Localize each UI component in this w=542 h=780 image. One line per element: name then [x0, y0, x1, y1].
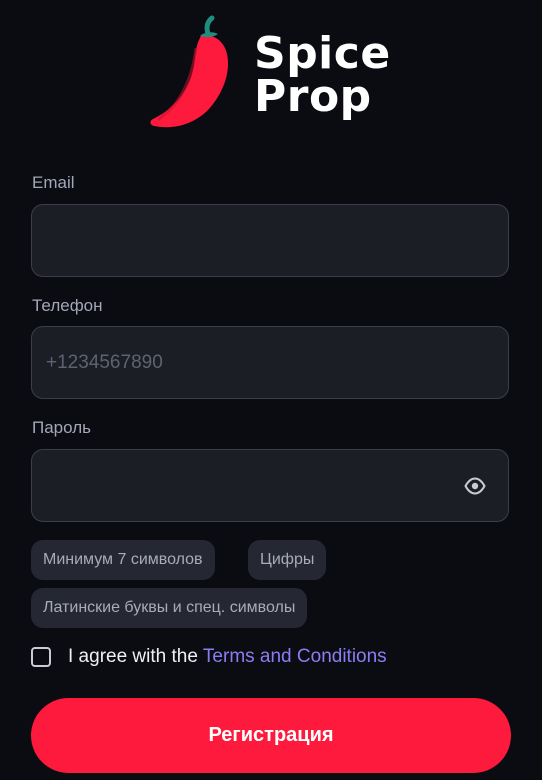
terms-text: I agree with the	[68, 646, 198, 667]
eye-icon[interactable]	[464, 476, 486, 496]
password-input[interactable]	[46, 450, 446, 521]
register-button[interactable]: Регистрация	[31, 698, 511, 773]
terms-link[interactable]: Terms and Conditions	[203, 646, 387, 668]
requirement-chip-latin-special: Латинские буквы и спец. символы	[31, 588, 308, 628]
brand-name-line1: Spice	[254, 28, 391, 79]
brand-wordmark: Spice Prop	[254, 28, 391, 122]
registration-page: Spice Prop Email Телефон Пароль Минимум …	[0, 0, 542, 780]
brand-logo: Spice Prop	[148, 14, 398, 134]
terms-checkbox[interactable]	[31, 647, 51, 667]
brand-name-line2: Prop	[254, 71, 372, 122]
email-field-box[interactable]	[31, 204, 509, 277]
requirement-chip-min-length: Минимум 7 символов	[31, 540, 215, 580]
requirement-chip-digits: Цифры	[248, 540, 327, 580]
password-field-box[interactable]	[31, 449, 509, 522]
phone-input[interactable]	[46, 327, 446, 398]
phone-field-box[interactable]	[31, 326, 509, 399]
password-label: Пароль	[32, 418, 91, 437]
email-input[interactable]	[46, 205, 446, 276]
terms-agreement: I agree with the Terms and Conditions	[31, 644, 387, 670]
phone-label: Телефон	[32, 296, 103, 315]
chili-pepper-icon	[150, 15, 229, 128]
email-label: Email	[32, 173, 75, 192]
